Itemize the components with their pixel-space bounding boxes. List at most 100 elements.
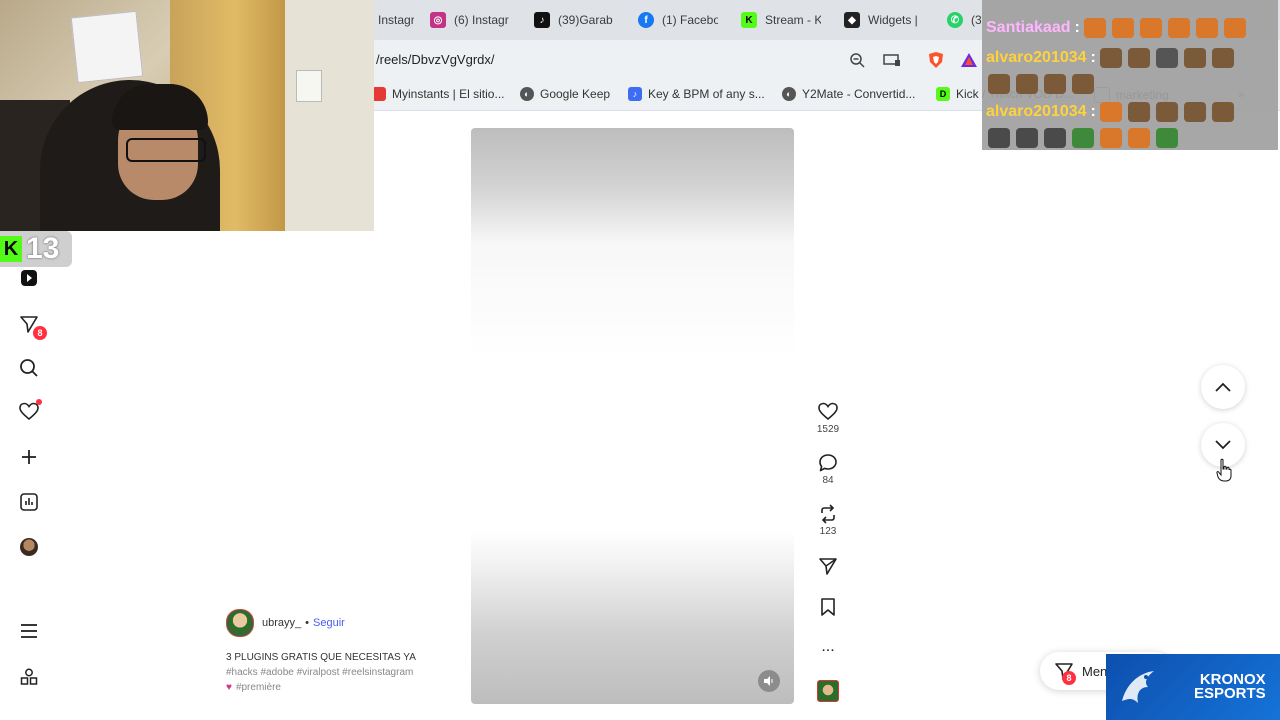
webcam-overlay [0,0,374,231]
messages-nav-icon[interactable]: 8 [16,311,47,340]
bookmark-item[interactable]: ◐ Google Keep [520,87,610,101]
tab-title: (1) Facebo [662,13,718,27]
caption-hashtags[interactable]: #hacks #adobe #viralpost #reelsinstagram [226,665,466,680]
bookmark-item[interactable]: ◐ Y2Mate - Convertid... [782,87,915,101]
emote-row [988,74,1100,94]
send-icon: 8 [1054,661,1076,685]
messages-badge: 8 [1062,671,1076,685]
emote-row [1099,102,1240,122]
globe-icon: ◐ [782,87,796,101]
dashboard-icon[interactable] [16,489,42,515]
also-from-meta-icon[interactable] [16,664,42,690]
browser-tab[interactable]: K Stream - K [741,6,821,34]
notification-dot [36,399,42,405]
browser-tab[interactable]: f (1) Facebo [638,6,718,34]
stream-chat-overlay: Santiakaad : alvaro201034 : alvaro201034… [982,0,1278,150]
chevron-up-icon [1215,382,1231,392]
brave-shield-icon[interactable] [927,51,945,69]
repost-count: 123 [819,526,837,537]
wall-poster [70,10,144,84]
repost-button[interactable]: 123 [816,504,840,537]
tiktok-icon: ♪ [534,12,550,28]
more-options-button[interactable]: ... [816,638,840,656]
facebook-icon: f [638,12,654,28]
chat-message: alvaro201034 : [986,102,1240,122]
chat-message: alvaro201034 : [986,48,1240,68]
comment-icon [819,454,837,472]
send-icon [819,558,837,575]
glasses [126,138,206,162]
brave-rewards-icon[interactable] [960,51,978,69]
kick-logo-icon: K [0,236,22,262]
kick-d-icon: D [936,87,950,101]
chat-username: alvaro201034 [986,103,1087,120]
instagram-icon: ◎ [430,12,446,28]
url-field[interactable]: /reels/DbvzVgVgrdx/ [376,52,495,67]
cast-icon[interactable] [883,51,901,69]
author-username[interactable]: ubrayy_ [262,617,301,629]
bookmark-item[interactable]: Myinstants | El sitio... [372,87,504,101]
chat-username: Santiakaad [986,19,1071,36]
previous-reel-button[interactable] [1201,365,1245,409]
emote-row [1099,48,1240,68]
music-note-icon: ♪ [628,87,642,101]
tab-title: Instagr [378,13,414,27]
myinstants-icon [372,87,386,101]
author-avatar[interactable] [226,609,254,637]
comment-button[interactable]: 84 [816,453,840,486]
menu-hamburger-icon[interactable] [16,618,42,644]
emote-row [988,128,1184,148]
caption-text: 3 PLUGINS GRATIS QUE NECESITAS YA [226,652,416,663]
search-icon[interactable] [16,355,42,381]
bookmark-label: Myinstants | El sitio... [392,87,505,101]
hand-cursor-icon [1216,458,1232,487]
browser-tab[interactable]: Instagr [378,6,414,34]
reels-nav-icon[interactable] [16,265,42,291]
sponsor-logo: KRONOX ESPORTS [1106,654,1280,720]
caption-premiere[interactable]: ♥ #première [226,680,466,695]
repost-icon [821,504,835,524]
like-count: 1529 [816,424,840,435]
browser-tab[interactable]: ◎ (6) Instagr [430,6,510,34]
share-button[interactable] [816,556,840,576]
bookmark-item[interactable]: ♪ Key & BPM of any s... [628,87,765,101]
emote-row [1083,18,1252,38]
tab-title: Widgets | [868,13,918,27]
tab-title: (6) Instagr [454,13,509,27]
tab-title: (39)Garab [558,13,613,27]
widgets-icon: ◆ [844,12,860,28]
mute-icon[interactable] [758,670,780,692]
kick-icon: K [741,12,757,28]
like-button[interactable]: 1529 [816,402,840,435]
bookmark-icon [821,598,835,616]
chat-message: Santiakaad : [986,18,1252,38]
bookmark-label: Key & BPM of any s... [648,87,765,101]
browser-tab[interactable]: ♪ (39)Garab [534,6,614,34]
zoom-out-icon[interactable] [848,51,866,69]
tab-title: (33) Wha [971,13,981,27]
sponsor-subtitle: ESPORTS [1194,685,1266,702]
reel-author: ubrayy_ • Seguir [226,609,345,637]
heart-icon [818,402,838,421]
audio-track-avatar[interactable] [816,680,840,702]
dragon-logo-icon [1122,671,1154,703]
bookmark-label: Google Keep [540,87,611,101]
profile-avatar[interactable] [16,534,42,560]
whatsapp-icon: ✆ [947,12,963,28]
tab-title: Stream - K [765,13,821,27]
bookmark-label: Y2Mate - Convertid... [802,87,916,101]
messages-badge: 8 [33,326,47,340]
comment-count: 84 [822,475,834,486]
follow-button[interactable]: Seguir [313,617,345,629]
chat-username: alvaro201034 [986,49,1087,66]
reel-video[interactable] [471,128,794,704]
browser-tab[interactable]: ◆ Widgets | [844,6,924,34]
viewer-count: 13 [26,232,60,265]
browser-tab[interactable]: ✆ (33) Wha [947,6,981,34]
notifications-heart-icon[interactable] [16,399,42,425]
viewer-count-badge: K 13 [0,231,72,267]
messages-label: Men [1082,663,1108,679]
reel-caption: 3 PLUGINS GRATIS QUE NECESITAS YA #hacks… [226,650,466,695]
create-plus-icon[interactable] [16,444,42,470]
save-button[interactable] [816,597,840,617]
